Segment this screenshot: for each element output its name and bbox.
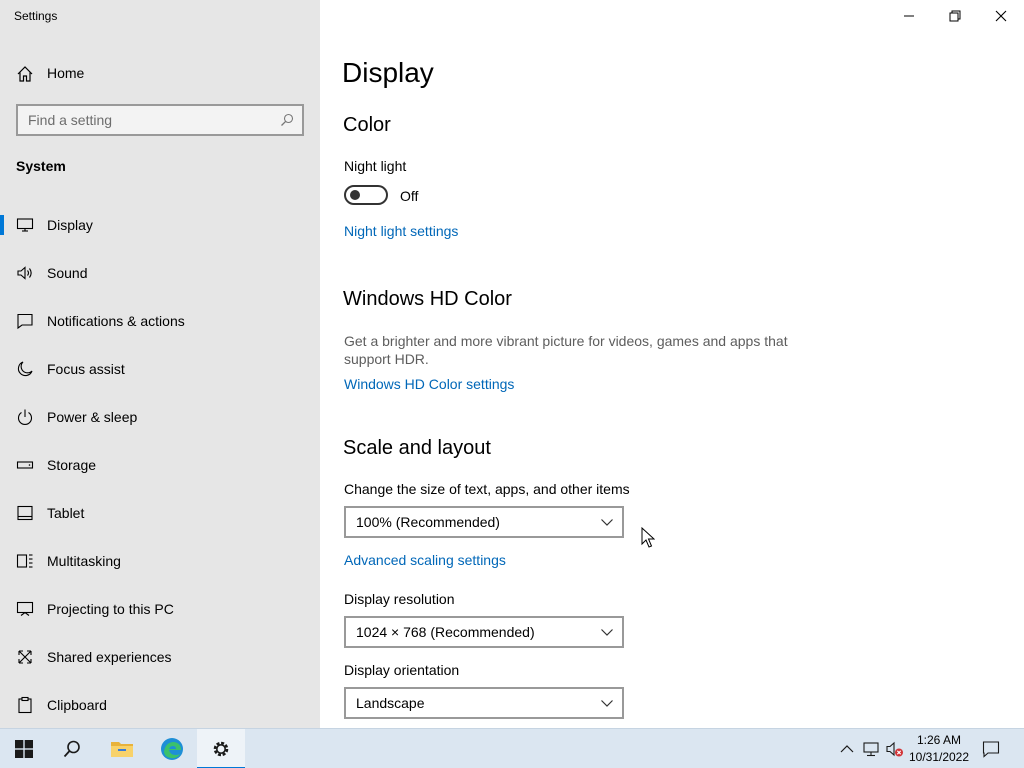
file-explorer-icon	[111, 742, 133, 757]
notification-icon	[17, 313, 33, 330]
sidebar-item-storage[interactable]: Storage	[0, 445, 320, 485]
edge-icon	[161, 738, 183, 760]
resolution-label: Display resolution	[344, 591, 455, 607]
scale-label: Change the size of text, apps, and other…	[344, 481, 630, 497]
sidebar-item-sound[interactable]: Sound	[0, 253, 320, 293]
orientation-value: Landscape	[356, 695, 425, 711]
chevron-down-icon	[601, 519, 613, 526]
search-icon	[63, 740, 80, 758]
taskbar-search-button[interactable]	[48, 729, 96, 768]
scale-dropdown[interactable]: 100% (Recommended)	[344, 506, 624, 538]
sidebar-item-label: Tablet	[47, 505, 85, 521]
sidebar-item-label: Sound	[47, 265, 88, 281]
sidebar-item-label: Display	[47, 217, 93, 233]
power-icon	[17, 409, 33, 426]
sidebar-item-label: Power & sleep	[47, 409, 138, 425]
sidebar-item-label: Shared experiences	[47, 649, 172, 665]
app-title: Settings	[14, 9, 58, 23]
sidebar-item-notifications[interactable]: Notifications & actions	[0, 301, 320, 341]
hd-color-settings-link[interactable]: Windows HD Color settings	[344, 376, 514, 392]
search-input[interactable]: Find a setting	[16, 104, 304, 136]
chevron-down-icon	[601, 700, 613, 707]
orientation-dropdown[interactable]: Landscape	[344, 687, 624, 719]
resolution-dropdown[interactable]: 1024 × 768 (Recommended)	[344, 616, 624, 648]
sidebar-item-projecting[interactable]: Projecting to this PC	[0, 589, 320, 629]
action-center-icon[interactable]	[982, 740, 1000, 758]
home-icon	[17, 66, 33, 82]
taskbar: 1:26 AM 10/31/2022	[0, 728, 1024, 768]
projecting-icon	[16, 601, 34, 616]
tablet-icon	[17, 505, 33, 521]
chevron-up-icon[interactable]	[838, 740, 856, 758]
close-icon	[995, 10, 1007, 22]
night-light-label: Night light	[344, 158, 407, 174]
color-heading: Color	[343, 114, 391, 136]
search-placeholder: Find a setting	[28, 112, 113, 128]
mouse-cursor-icon	[641, 527, 655, 548]
start-button[interactable]	[0, 729, 48, 768]
page-title: Display	[342, 57, 434, 88]
sidebar-item-tablet[interactable]: Tablet	[0, 493, 320, 533]
network-icon[interactable]	[862, 740, 880, 758]
clipboard-icon	[18, 696, 32, 714]
scale-layout-heading: Scale and layout	[343, 437, 491, 459]
storage-icon	[16, 461, 34, 469]
taskbar-clock[interactable]: 1:26 AM 10/31/2022	[906, 732, 972, 766]
toggle-knob	[350, 190, 360, 200]
hd-color-heading: Windows HD Color	[343, 288, 512, 310]
sidebar-item-power-sleep[interactable]: Power & sleep	[0, 397, 320, 437]
settings-taskbar-button[interactable]	[197, 729, 245, 768]
sidebar-item-label: Focus assist	[47, 361, 125, 377]
hd-color-description: Get a brighter and more vibrant picture …	[344, 333, 788, 367]
night-light-toggle[interactable]	[344, 185, 388, 205]
minimize-button[interactable]	[886, 0, 932, 32]
windows-start-icon	[15, 740, 33, 758]
section-title: System	[16, 158, 66, 174]
night-light-settings-link[interactable]: Night light settings	[344, 223, 458, 239]
search-icon[interactable]	[280, 113, 294, 127]
moon-icon	[17, 361, 33, 377]
chevron-down-icon	[601, 629, 613, 636]
speaker-icon	[17, 266, 32, 280]
sidebar-item-display[interactable]: Display	[0, 205, 320, 245]
shared-icon	[18, 650, 32, 664]
sidebar-item-focus-assist[interactable]: Focus assist	[0, 349, 320, 389]
close-button[interactable]	[978, 0, 1024, 32]
sidebar-item-label: Clipboard	[47, 697, 107, 713]
sidebar: Settings Home Find a setting System Disp…	[0, 0, 320, 728]
sidebar-item-label: Multitasking	[47, 553, 121, 569]
multitasking-icon	[16, 554, 33, 568]
sidebar-home[interactable]: Home	[0, 56, 320, 90]
night-light-state: Off	[400, 188, 419, 204]
clock-date: 10/31/2022	[908, 750, 970, 764]
monitor-icon	[16, 218, 34, 232]
restore-button[interactable]	[932, 0, 978, 32]
sidebar-item-multitasking[interactable]: Multitasking	[0, 541, 320, 581]
sidebar-home-label: Home	[47, 65, 85, 81]
scale-value: 100% (Recommended)	[356, 514, 500, 530]
selection-indicator	[0, 215, 4, 235]
edge-button[interactable]	[148, 729, 196, 768]
clock-time: 1:26 AM	[916, 733, 962, 747]
volume-muted-icon[interactable]	[886, 740, 904, 758]
sidebar-item-label: Projecting to this PC	[47, 601, 174, 617]
minimize-icon	[904, 15, 914, 17]
advanced-scaling-link[interactable]: Advanced scaling settings	[344, 552, 506, 568]
sidebar-item-shared-experiences[interactable]: Shared experiences	[0, 637, 320, 677]
orientation-label: Display orientation	[344, 662, 460, 678]
restore-icon	[949, 10, 961, 22]
sidebar-item-clipboard[interactable]: Clipboard	[0, 685, 320, 725]
main-content: Display Color Night light Off Night ligh…	[320, 0, 1024, 728]
file-explorer-button[interactable]	[98, 729, 146, 768]
resolution-value: 1024 × 768 (Recommended)	[356, 624, 535, 640]
settings-gear-icon	[213, 741, 229, 757]
sidebar-item-label: Notifications & actions	[47, 313, 185, 329]
sidebar-item-label: Storage	[47, 457, 97, 473]
